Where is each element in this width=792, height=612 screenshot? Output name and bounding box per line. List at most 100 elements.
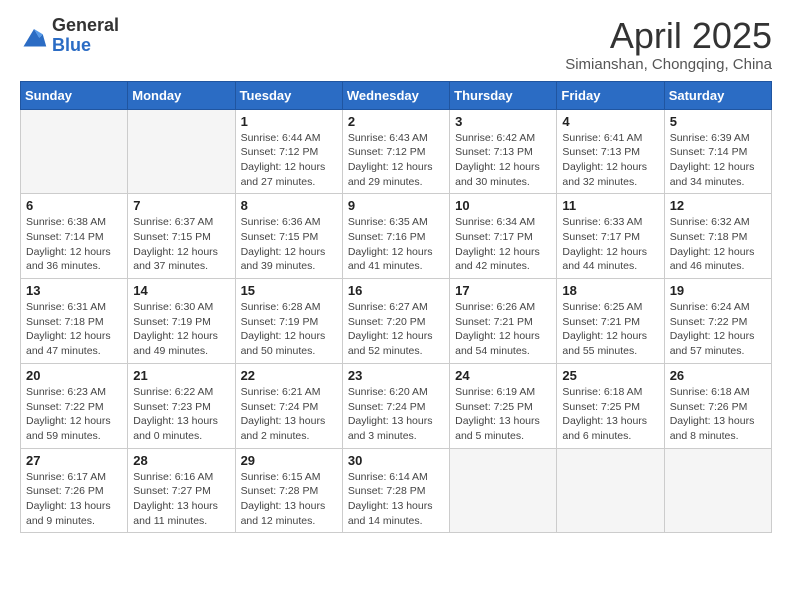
day-number: 28	[133, 453, 229, 468]
calendar-day-cell: 26 Sunrise: 6:18 AM Sunset: 7:26 PM Dayli…	[664, 363, 771, 448]
day-info: Sunrise: 6:38 AM Sunset: 7:14 PM Dayligh…	[26, 215, 122, 274]
day-number: 9	[348, 198, 444, 213]
day-info: Sunrise: 6:27 AM Sunset: 7:20 PM Dayligh…	[348, 300, 444, 359]
day-number: 20	[26, 368, 122, 383]
day-number: 15	[241, 283, 337, 298]
day-info: Sunrise: 6:34 AM Sunset: 7:17 PM Dayligh…	[455, 215, 551, 274]
logo-icon	[20, 22, 48, 50]
day-info: Sunrise: 6:19 AM Sunset: 7:25 PM Dayligh…	[455, 385, 551, 444]
day-info: Sunrise: 6:22 AM Sunset: 7:23 PM Dayligh…	[133, 385, 229, 444]
page-header: General Blue April 2025 Simianshan, Chon…	[20, 16, 772, 73]
calendar-day-cell: 27 Sunrise: 6:17 AM Sunset: 7:26 PM Dayli…	[21, 448, 128, 533]
calendar-header-tuesday: Tuesday	[235, 81, 342, 109]
calendar-day-cell: 18 Sunrise: 6:25 AM Sunset: 7:21 PM Dayli…	[557, 279, 664, 364]
day-number: 22	[241, 368, 337, 383]
calendar-day-cell: 5Sunrise: 6:39 AM Sunset: 7:14 PM Daylig…	[664, 109, 771, 194]
day-number: 19	[670, 283, 766, 298]
day-number: 2	[348, 114, 444, 129]
calendar-header-monday: Monday	[128, 81, 235, 109]
calendar-day-cell: 10 Sunrise: 6:34 AM Sunset: 7:17 PM Dayli…	[450, 194, 557, 279]
calendar-header-wednesday: Wednesday	[342, 81, 449, 109]
calendar-day-cell: 19 Sunrise: 6:24 AM Sunset: 7:22 PM Dayli…	[664, 279, 771, 364]
calendar-day-cell: 15 Sunrise: 6:28 AM Sunset: 7:19 PM Dayli…	[235, 279, 342, 364]
location-subtitle: Simianshan, Chongqing, China	[565, 56, 772, 73]
day-number: 4	[562, 114, 658, 129]
day-info: Sunrise: 6:17 AM Sunset: 7:26 PM Dayligh…	[26, 470, 122, 529]
logo: General Blue	[20, 16, 119, 56]
calendar-day-cell: 21 Sunrise: 6:22 AM Sunset: 7:23 PM Dayli…	[128, 363, 235, 448]
day-info: Sunrise: 6:35 AM Sunset: 7:16 PM Dayligh…	[348, 215, 444, 274]
day-info: Sunrise: 6:16 AM Sunset: 7:27 PM Dayligh…	[133, 470, 229, 529]
day-number: 12	[670, 198, 766, 213]
calendar-day-cell: 9 Sunrise: 6:35 AM Sunset: 7:16 PM Daylig…	[342, 194, 449, 279]
calendar-week-row: 1 Sunrise: 6:44 AM Sunset: 7:12 PM Daylig…	[21, 109, 772, 194]
day-number: 3	[455, 114, 551, 129]
day-number: 1	[241, 114, 337, 129]
calendar-day-cell	[557, 448, 664, 533]
day-info: Sunrise: 6:39 AM Sunset: 7:14 PM Dayligh…	[670, 131, 766, 190]
day-number: 16	[348, 283, 444, 298]
calendar-day-cell: 12 Sunrise: 6:32 AM Sunset: 7:18 PM Dayli…	[664, 194, 771, 279]
day-number: 7	[133, 198, 229, 213]
day-number: 11	[562, 198, 658, 213]
calendar-day-cell	[664, 448, 771, 533]
calendar-week-row: 6 Sunrise: 6:38 AM Sunset: 7:14 PM Daylig…	[21, 194, 772, 279]
calendar-header-thursday: Thursday	[450, 81, 557, 109]
day-info: Sunrise: 6:28 AM Sunset: 7:19 PM Dayligh…	[241, 300, 337, 359]
day-info: Sunrise: 6:24 AM Sunset: 7:22 PM Dayligh…	[670, 300, 766, 359]
day-info: Sunrise: 6:32 AM Sunset: 7:18 PM Dayligh…	[670, 215, 766, 274]
day-info: Sunrise: 6:18 AM Sunset: 7:25 PM Dayligh…	[562, 385, 658, 444]
day-info: Sunrise: 6:31 AM Sunset: 7:18 PM Dayligh…	[26, 300, 122, 359]
calendar-day-cell: 16 Sunrise: 6:27 AM Sunset: 7:20 PM Dayli…	[342, 279, 449, 364]
day-number: 6	[26, 198, 122, 213]
day-info: Sunrise: 6:44 AM Sunset: 7:12 PM Dayligh…	[241, 131, 337, 190]
logo-text: General Blue	[52, 16, 119, 56]
calendar-day-cell: 23Sunrise: 6:20 AM Sunset: 7:24 PM Dayli…	[342, 363, 449, 448]
logo-blue: Blue	[52, 36, 119, 56]
calendar-day-cell	[450, 448, 557, 533]
calendar-day-cell: 7 Sunrise: 6:37 AM Sunset: 7:15 PM Daylig…	[128, 194, 235, 279]
calendar-week-row: 13 Sunrise: 6:31 AM Sunset: 7:18 PM Dayli…	[21, 279, 772, 364]
calendar-header-row: SundayMondayTuesdayWednesdayThursdayFrid…	[21, 81, 772, 109]
calendar-day-cell: 8 Sunrise: 6:36 AM Sunset: 7:15 PM Daylig…	[235, 194, 342, 279]
day-info: Sunrise: 6:18 AM Sunset: 7:26 PM Dayligh…	[670, 385, 766, 444]
day-info: Sunrise: 6:21 AM Sunset: 7:24 PM Dayligh…	[241, 385, 337, 444]
day-number: 10	[455, 198, 551, 213]
day-number: 26	[670, 368, 766, 383]
day-number: 30	[348, 453, 444, 468]
calendar-day-cell	[128, 109, 235, 194]
calendar-week-row: 27 Sunrise: 6:17 AM Sunset: 7:26 PM Dayli…	[21, 448, 772, 533]
day-info: Sunrise: 6:36 AM Sunset: 7:15 PM Dayligh…	[241, 215, 337, 274]
day-info: Sunrise: 6:14 AM Sunset: 7:28 PM Dayligh…	[348, 470, 444, 529]
calendar-header-sunday: Sunday	[21, 81, 128, 109]
month-title: April 2025	[565, 16, 772, 56]
day-number: 25	[562, 368, 658, 383]
day-info: Sunrise: 6:20 AM Sunset: 7:24 PM Dayligh…	[348, 385, 444, 444]
calendar-day-cell: 6 Sunrise: 6:38 AM Sunset: 7:14 PM Daylig…	[21, 194, 128, 279]
day-number: 8	[241, 198, 337, 213]
day-info: Sunrise: 6:30 AM Sunset: 7:19 PM Dayligh…	[133, 300, 229, 359]
day-number: 29	[241, 453, 337, 468]
calendar-day-cell: 20Sunrise: 6:23 AM Sunset: 7:22 PM Dayli…	[21, 363, 128, 448]
day-info: Sunrise: 6:26 AM Sunset: 7:21 PM Dayligh…	[455, 300, 551, 359]
day-info: Sunrise: 6:25 AM Sunset: 7:21 PM Dayligh…	[562, 300, 658, 359]
day-info: Sunrise: 6:41 AM Sunset: 7:13 PM Dayligh…	[562, 131, 658, 190]
calendar-day-cell: 14Sunrise: 6:30 AM Sunset: 7:19 PM Dayli…	[128, 279, 235, 364]
day-info: Sunrise: 6:43 AM Sunset: 7:12 PM Dayligh…	[348, 131, 444, 190]
day-number: 21	[133, 368, 229, 383]
day-info: Sunrise: 6:42 AM Sunset: 7:13 PM Dayligh…	[455, 131, 551, 190]
day-number: 18	[562, 283, 658, 298]
calendar-day-cell: 24Sunrise: 6:19 AM Sunset: 7:25 PM Dayli…	[450, 363, 557, 448]
day-info: Sunrise: 6:33 AM Sunset: 7:17 PM Dayligh…	[562, 215, 658, 274]
calendar-day-cell	[21, 109, 128, 194]
calendar-day-cell: 22 Sunrise: 6:21 AM Sunset: 7:24 PM Dayli…	[235, 363, 342, 448]
calendar-day-cell: 25 Sunrise: 6:18 AM Sunset: 7:25 PM Dayli…	[557, 363, 664, 448]
calendar-day-cell: 11 Sunrise: 6:33 AM Sunset: 7:17 PM Dayli…	[557, 194, 664, 279]
day-info: Sunrise: 6:37 AM Sunset: 7:15 PM Dayligh…	[133, 215, 229, 274]
day-number: 27	[26, 453, 122, 468]
day-number: 13	[26, 283, 122, 298]
calendar-header-saturday: Saturday	[664, 81, 771, 109]
calendar-day-cell: 29Sunrise: 6:15 AM Sunset: 7:28 PM Dayli…	[235, 448, 342, 533]
calendar-table: SundayMondayTuesdayWednesdayThursdayFrid…	[20, 81, 772, 534]
title-area: April 2025 Simianshan, Chongqing, China	[565, 16, 772, 73]
